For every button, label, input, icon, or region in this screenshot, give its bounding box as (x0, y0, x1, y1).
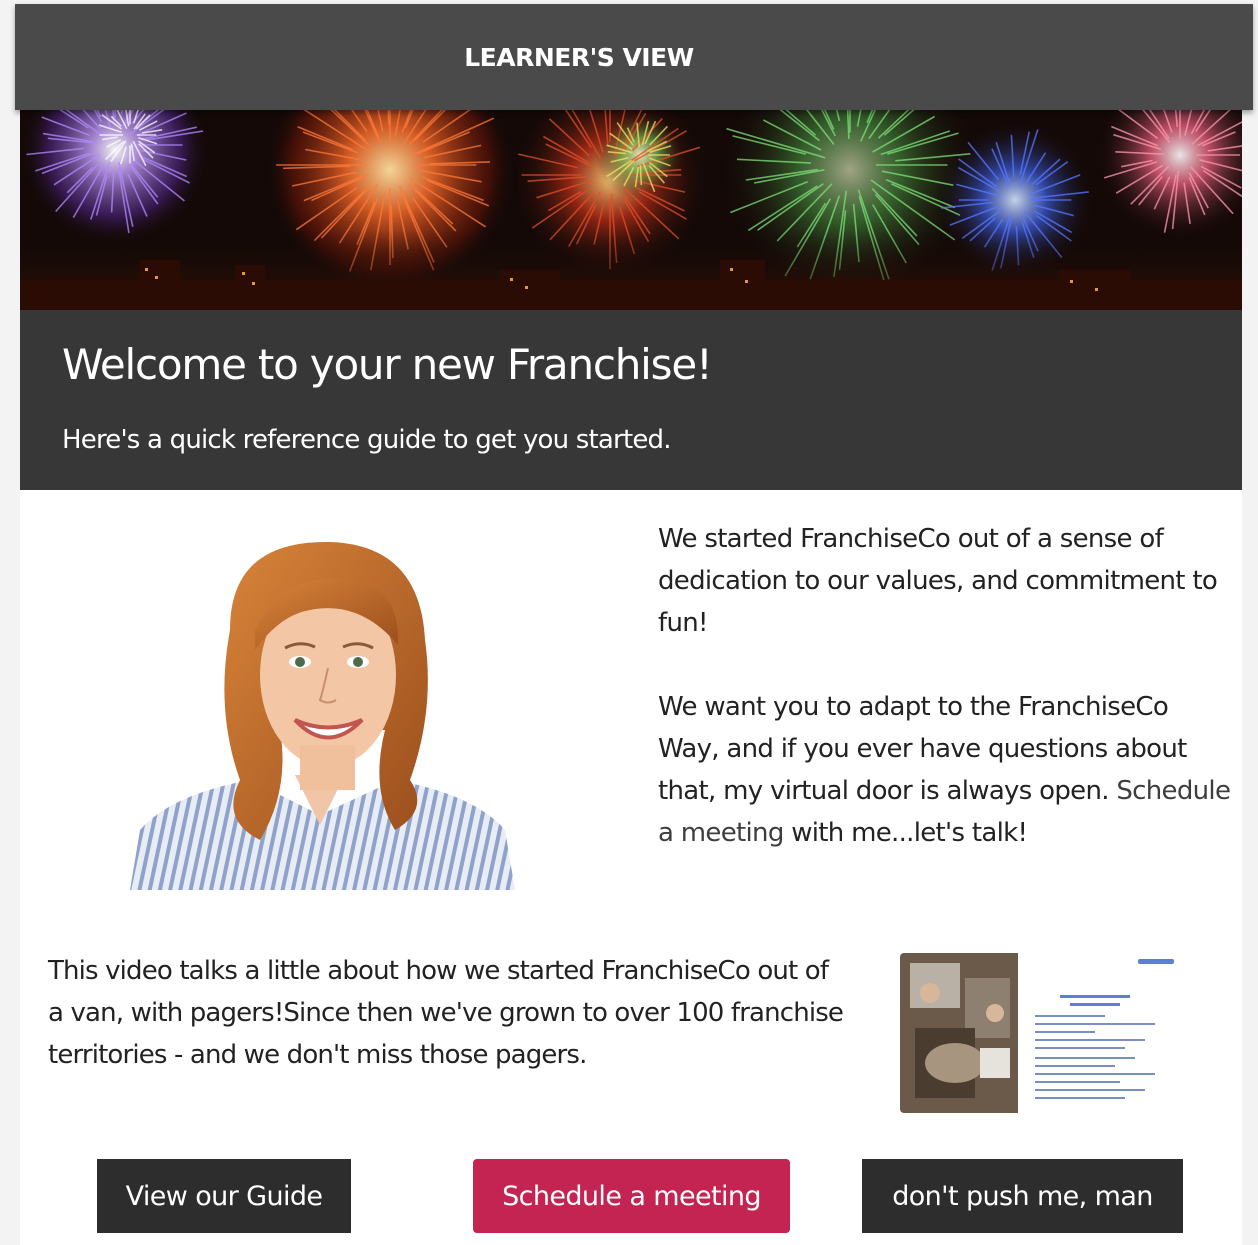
fireworks-banner (20, 110, 1242, 310)
video-description: This video talks a little about how we s… (48, 956, 844, 1070)
dont-push-button[interactable]: don't push me, man (862, 1159, 1183, 1233)
intro-paragraph-2: We want you to adapt to the FranchiseCo … (658, 686, 1233, 854)
intro-paragraph-1: We started FranchiseCo out of a sense of… (658, 524, 1218, 638)
intro-paragraph-2-ending: with me...let's talk! (783, 818, 1028, 848)
header-title: LEARNER'S VIEW (464, 42, 694, 72)
intro-paragraph-2-text: We want you to adapt to the FranchiseCo … (658, 692, 1187, 806)
welcome-title: Welcome to your new Franchise! (62, 340, 713, 389)
intro-text: We started FranchiseCo out of a sense of… (658, 518, 1233, 896)
view-guide-button[interactable]: View our Guide (97, 1159, 351, 1233)
schedule-meeting-button[interactable]: Schedule a meeting (473, 1159, 790, 1233)
content-card: Welcome to your new Franchise! Here's a … (20, 110, 1242, 1245)
owner-portrait (130, 540, 515, 890)
welcome-subtitle: Here's a quick reference guide to get yo… (62, 425, 672, 455)
video-thumbnail[interactable] (900, 953, 1180, 1113)
welcome-banner: Welcome to your new Franchise! Here's a … (20, 310, 1242, 490)
firework-streak (639, 164, 643, 186)
learners-view-header: LEARNER'S VIEW (15, 4, 1253, 110)
